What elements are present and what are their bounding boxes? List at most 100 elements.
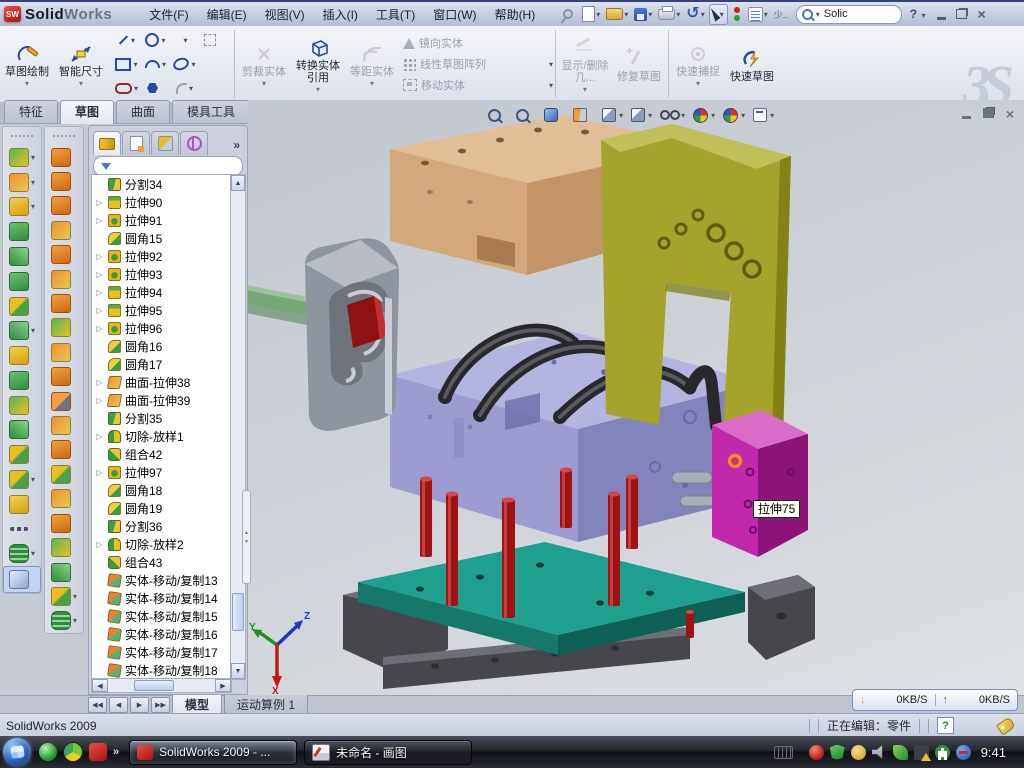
expand-arrow-icon[interactable]: ▷ — [95, 252, 104, 261]
restore-button[interactable] — [983, 108, 994, 118]
arc-icon[interactable]: ▾ — [141, 52, 170, 76]
mirror-entities-button[interactable]: 镜向实体 ▾ — [403, 34, 553, 52]
tree-item[interactable]: ▷ 圆角18 — [92, 481, 231, 499]
repair-sketch-button[interactable]: 修复草图 — [612, 26, 666, 102]
scrollbar-thumb[interactable] — [134, 680, 174, 691]
extruded-cut-icon[interactable]: ▾ — [4, 170, 40, 195]
firewall-tray-icon[interactable] — [830, 745, 845, 760]
move-copy-body-icon[interactable]: ▾ — [4, 442, 40, 467]
print-icon[interactable]: ▾ — [656, 4, 682, 24]
featuremanager-tab[interactable] — [93, 131, 121, 155]
tree-item[interactable]: ▷ 圆角17 — [92, 355, 231, 373]
graphics-area[interactable]: Y Z X ▾ ▾ ▾ — [248, 100, 1024, 695]
trim-surface-icon[interactable]: ▾ — [46, 438, 82, 462]
scrollbar-thumb[interactable] — [232, 593, 244, 631]
ruled-surface-icon[interactable]: ▾ — [46, 487, 82, 511]
section-view-icon[interactable]: ▾ — [571, 105, 596, 125]
line-icon[interactable]: ▾ — [112, 28, 141, 52]
expand-arrow-icon[interactable]: ▷ — [95, 468, 104, 477]
start-button[interactable] — [3, 738, 31, 766]
restore-button[interactable] — [956, 9, 967, 19]
tree-item[interactable]: ▷ 实体-移动/复制17 — [92, 643, 231, 661]
view-settings-icon[interactable]: ▾ — [751, 105, 776, 125]
scroll-up-icon[interactable]: ▲ — [231, 175, 245, 191]
tree-filter-box[interactable] — [93, 156, 243, 176]
expand-arrow-icon[interactable]: ▷ — [95, 378, 104, 387]
next-tab-button[interactable]: ▶ — [130, 697, 149, 713]
planar-surface-icon[interactable]: ▾ — [46, 267, 82, 291]
swept-boss-icon[interactable]: ▾ — [4, 219, 40, 244]
spline-surface-icon[interactable]: ▾ — [46, 609, 82, 633]
tree-item[interactable]: ▷ 实体-移动/复制18 — [92, 661, 231, 679]
tree-item[interactable]: ▷ 拉伸97 — [92, 463, 231, 481]
sync-tray-icon[interactable] — [956, 745, 971, 760]
apply-scene-icon[interactable]: ▾ — [721, 105, 747, 125]
input-method-icon[interactable] — [774, 746, 793, 759]
boundary-surface-icon[interactable]: ▾ — [46, 218, 82, 242]
options-icon[interactable]: ▾ — [746, 4, 770, 24]
solidworks-quicklaunch-icon[interactable] — [89, 743, 107, 761]
minimize-button[interactable] — [962, 116, 971, 119]
appearances-icon[interactable]: ▾ — [691, 105, 717, 125]
offset-surface-icon[interactable]: ▾ — [46, 291, 82, 315]
network-warning-tray-icon[interactable] — [914, 745, 929, 760]
tree-item[interactable]: ▷ 拉伸96 — [92, 319, 231, 337]
menu-item[interactable]: 文件(F) — [140, 4, 197, 25]
hide-show-items-icon[interactable]: ▾ — [658, 105, 687, 125]
panel-overflow-button[interactable]: » — [233, 138, 245, 155]
rib-icon[interactable]: ▾ — [4, 343, 40, 368]
measure-icon[interactable]: ▾ — [3, 566, 41, 593]
toolbar-grip[interactable] — [53, 135, 75, 141]
shell-icon[interactable]: ▾ — [4, 368, 40, 393]
undo-icon[interactable]: ↺▾ — [684, 4, 706, 24]
tree-item[interactable]: ▷ 实体-移动/复制16 — [92, 625, 231, 643]
certificate-tray-icon[interactable] — [851, 745, 866, 760]
clamp-part[interactable] — [248, 238, 399, 430]
extend-surface-icon[interactable]: ▾ — [46, 365, 82, 389]
display-delete-relations-button[interactable]: 显示/删除几... ▾ — [558, 26, 612, 102]
menu-item[interactable]: 视图(V) — [256, 4, 314, 25]
expand-arrow-icon[interactable]: ▷ — [95, 270, 104, 279]
split-line-icon[interactable]: ▾ — [4, 517, 40, 542]
expand-arrow-icon[interactable]: ▷ — [95, 306, 104, 315]
scroll-right-icon[interactable]: ▶ — [215, 679, 231, 692]
revolved-surface-icon[interactable]: ▾ — [46, 169, 82, 193]
expand-arrow-icon[interactable]: ▷ — [95, 324, 104, 333]
tree-item[interactable]: ▷ 切除-放样1 — [92, 427, 231, 445]
point-icon[interactable]: ▾ — [199, 76, 228, 100]
chevron-down-icon[interactable]: ▾ — [816, 10, 820, 19]
tree-item[interactable]: ▷ 拉伸92 — [92, 247, 231, 265]
tag-icon[interactable] — [996, 716, 1016, 735]
slot-icon[interactable]: ▾ — [112, 76, 141, 100]
configurationmanager-tab[interactable] — [151, 131, 179, 155]
spline-icon[interactable]: ▾ — [170, 28, 199, 52]
quick-snaps-button[interactable]: 快速捕捉 ▾ — [671, 26, 725, 102]
menu-item[interactable]: 帮助(H) — [486, 4, 545, 25]
split-icon[interactable]: ▾ — [4, 393, 40, 418]
dimxpertmanager-tab[interactable] — [180, 131, 208, 155]
propertymanager-tab[interactable] — [122, 131, 150, 155]
hole-wizard-icon[interactable]: ▾ — [4, 294, 40, 319]
rebuild-icon[interactable] — [730, 4, 744, 24]
close-button[interactable]: × — [1006, 108, 1014, 120]
first-tab-button[interactable]: ◀◀ — [88, 697, 107, 713]
display-style-icon[interactable]: ▾ — [600, 105, 625, 125]
revolved-boss-icon[interactable]: ▾ — [4, 244, 40, 269]
view-orientation-icon[interactable]: ▾ — [629, 105, 654, 125]
sketch-button[interactable]: 草图绘制 ▾ — [0, 26, 54, 102]
lofted-boss-icon[interactable]: ▾ — [4, 269, 40, 294]
tree-item[interactable]: ▷ 实体-移动/复制14 — [92, 589, 231, 607]
taskbar-clock[interactable]: 9:41 — [977, 745, 1016, 760]
extruded-surface-icon[interactable]: ▾ — [46, 194, 82, 218]
tree-item[interactable]: ▷ 拉伸95 — [92, 301, 231, 319]
expand-arrow-icon[interactable]: ▷ — [95, 216, 104, 225]
last-tab-button[interactable]: ▶▶ — [151, 697, 170, 713]
toolbar-overflow[interactable]: 少.. — [774, 8, 788, 21]
search-box[interactable]: ▾ — [796, 5, 902, 24]
tree-item[interactable]: ▷ 拉伸94 — [92, 283, 231, 301]
taskbar-task-button[interactable]: 未命名 - 画图 — [304, 740, 472, 765]
helix-icon[interactable]: ▾ — [4, 541, 40, 566]
area-select-icon[interactable]: ▾ — [199, 28, 228, 52]
expand-arrow-icon[interactable]: ▷ — [95, 288, 104, 297]
search-input[interactable] — [822, 7, 878, 21]
